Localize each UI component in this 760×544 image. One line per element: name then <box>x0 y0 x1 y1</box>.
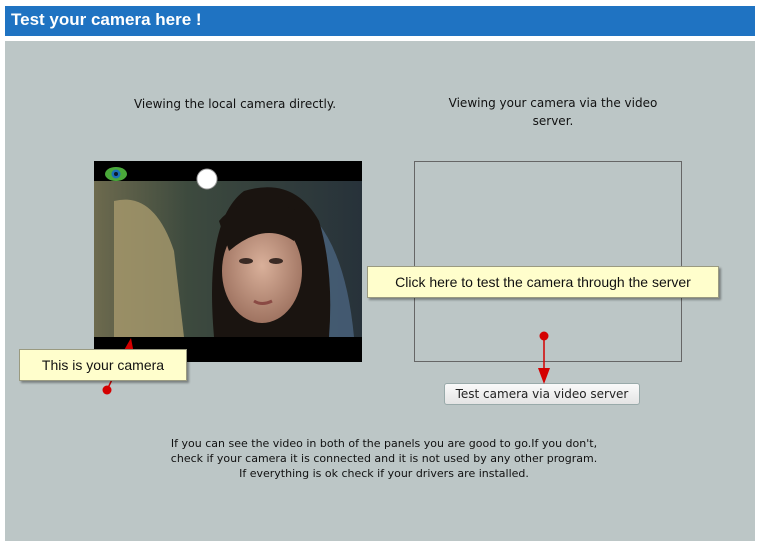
instructions-text: If you can see the video in both of the … <box>170 437 598 480</box>
camera-frame-image <box>94 161 362 362</box>
page-title: Test your camera here ! <box>11 10 202 29</box>
local-camera-caption: Viewing the local camera directly. <box>133 97 337 111</box>
your-camera-callout: This is your camera <box>19 349 187 381</box>
local-camera-video <box>94 161 362 362</box>
server-camera-view <box>414 161 682 362</box>
test-camera-via-server-button[interactable]: Test camera via video server <box>444 383 640 405</box>
eye-icon <box>105 167 127 181</box>
page-header: Test your camera here ! <box>5 6 755 36</box>
server-test-callout: Click here to test the camera through th… <box>367 266 719 298</box>
server-camera-caption: Viewing your camera via the video server… <box>448 96 658 128</box>
